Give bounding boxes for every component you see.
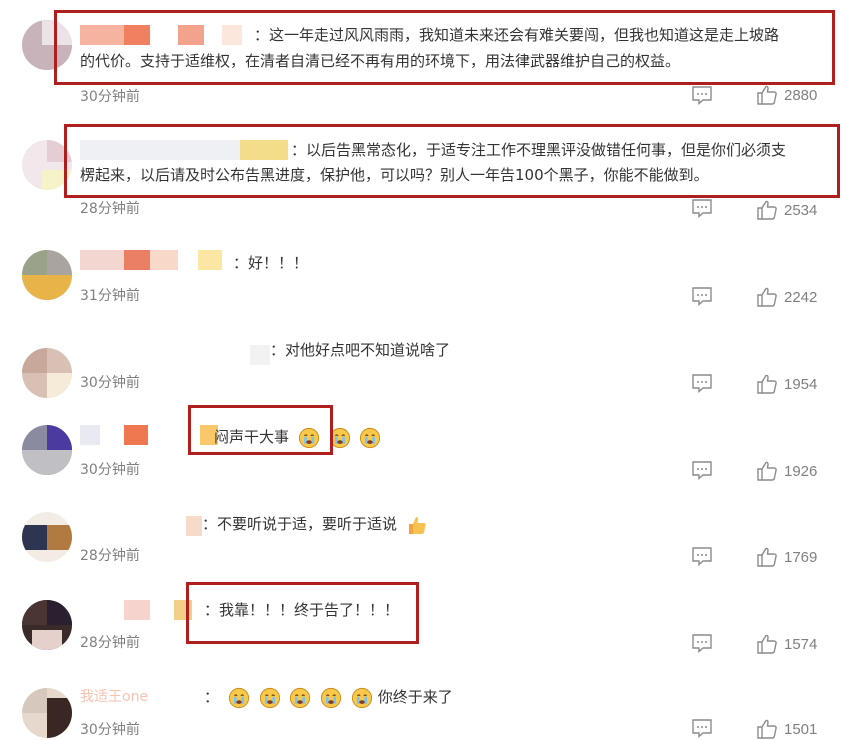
- like-count: 1574: [784, 635, 818, 653]
- timestamp: 30分钟前: [80, 722, 140, 738]
- crying-face-emoji: [320, 687, 342, 709]
- like-button[interactable]: 1926: [756, 460, 817, 482]
- like-count: 1954: [784, 375, 818, 393]
- thumbs-up-icon: [756, 373, 778, 395]
- avatar[interactable]: [22, 348, 72, 398]
- timestamp: 30分钟前: [80, 89, 140, 105]
- comment-icon[interactable]: [691, 718, 713, 738]
- thumbs-up-emoji: [406, 514, 428, 536]
- comment-icon[interactable]: [691, 198, 713, 218]
- like-button[interactable]: 2242: [756, 286, 817, 308]
- timestamp: 30分钟前: [80, 375, 140, 391]
- highlight-box: [188, 405, 333, 455]
- comment-text: ：对他好点吧不知道说啥了: [270, 341, 451, 359]
- like-button[interactable]: 1954: [756, 373, 817, 395]
- comment-text: ：好！！！: [233, 254, 309, 272]
- crying-face-emoji: [289, 687, 311, 709]
- timestamp: 30分钟前: [80, 462, 140, 478]
- thumbs-up-icon: [756, 199, 778, 221]
- thumbs-up-icon: [756, 718, 778, 740]
- like-button[interactable]: 1574: [756, 633, 817, 655]
- highlight-box: [64, 124, 840, 198]
- comment-text: ： 你终于来了: [204, 684, 453, 710]
- like-button[interactable]: 2534: [756, 199, 817, 221]
- avatar[interactable]: [22, 250, 72, 300]
- comment-colon: ：: [204, 688, 220, 706]
- like-count: 2534: [784, 201, 818, 219]
- crying-face-emoji: [228, 687, 250, 709]
- avatar[interactable]: [22, 425, 72, 475]
- avatar[interactable]: [22, 512, 72, 562]
- thumbs-up-icon: [756, 84, 778, 106]
- timestamp: 28分钟前: [80, 548, 140, 564]
- highlight-box: [186, 582, 419, 644]
- comment-icon[interactable]: [691, 460, 713, 480]
- comment-icon[interactable]: [691, 373, 713, 393]
- comment-icon[interactable]: [691, 546, 713, 566]
- comment-icon[interactable]: [691, 85, 713, 105]
- like-count: 1926: [784, 462, 818, 480]
- username-blurred[interactable]: [80, 600, 192, 620]
- crying-face-emoji: [359, 427, 381, 449]
- thumbs-up-icon: [756, 460, 778, 482]
- username-blurred[interactable]: [80, 250, 222, 270]
- crying-face-emoji: [351, 687, 373, 709]
- highlight-box: [54, 10, 835, 85]
- comment-icon[interactable]: [691, 633, 713, 653]
- like-button[interactable]: 2880: [756, 84, 817, 106]
- like-count: 2242: [784, 288, 818, 306]
- like-count: 1501: [784, 720, 818, 738]
- avatar[interactable]: [22, 600, 72, 650]
- like-button[interactable]: 1769: [756, 546, 817, 568]
- username-blurred[interactable]: [250, 345, 270, 365]
- avatar[interactable]: [22, 688, 72, 738]
- timestamp: 31分钟前: [80, 288, 140, 304]
- crying-face-emoji: [259, 687, 281, 709]
- username-blurred[interactable]: [186, 516, 202, 536]
- like-button[interactable]: 1501: [756, 718, 817, 740]
- timestamp: 28分钟前: [80, 635, 140, 651]
- comment-icon[interactable]: [691, 286, 713, 306]
- timestamp: 28分钟前: [80, 201, 140, 217]
- thumbs-up-icon: [756, 286, 778, 308]
- thumbs-up-icon: [756, 633, 778, 655]
- username[interactable]: 我适王one: [80, 684, 148, 710]
- comment-text-content: ：不要听说于适，要听于适说: [202, 515, 398, 533]
- thumbs-up-icon: [756, 546, 778, 568]
- like-count: 1769: [784, 548, 818, 566]
- comment-text: ：不要听说于适，要听于适说: [202, 511, 428, 537]
- comment-text-content: 你终于来了: [377, 688, 453, 706]
- like-count: 2880: [784, 86, 818, 104]
